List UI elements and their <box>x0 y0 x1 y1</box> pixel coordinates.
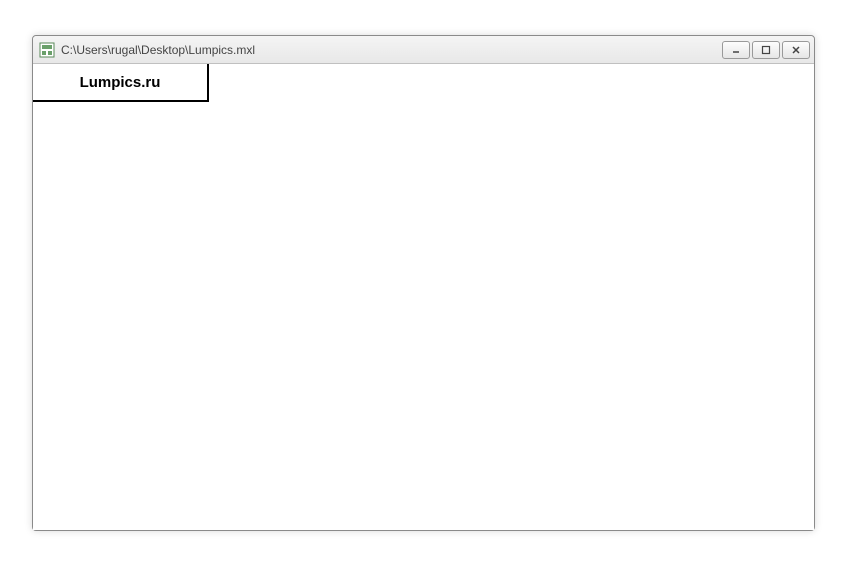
app-icon <box>39 42 55 58</box>
spreadsheet-cell[interactable]: Lumpics.ru <box>33 64 209 102</box>
close-button[interactable] <box>782 41 810 59</box>
maximize-button[interactable] <box>752 41 780 59</box>
titlebar[interactable]: C:\Users\rugal\Desktop\Lumpics.mxl <box>33 36 814 64</box>
minimize-button[interactable] <box>722 41 750 59</box>
cell-text: Lumpics.ru <box>80 74 161 91</box>
application-window: C:\Users\rugal\Desktop\Lumpics.mxl <box>32 35 815 531</box>
window-title: C:\Users\rugal\Desktop\Lumpics.mxl <box>61 43 722 57</box>
window-controls <box>722 41 810 59</box>
document-area[interactable]: Lumpics.ru <box>33 64 814 530</box>
